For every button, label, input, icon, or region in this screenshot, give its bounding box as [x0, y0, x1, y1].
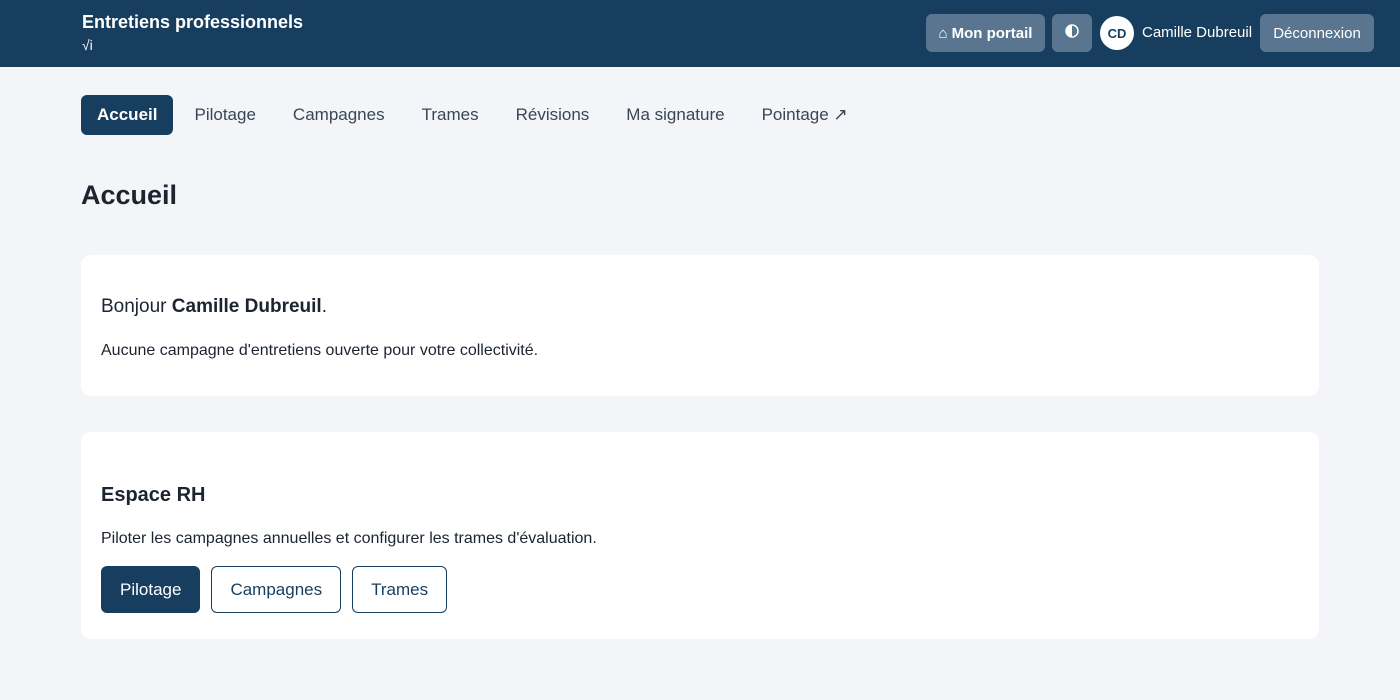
my-portal-button[interactable]: ⌂ Mon portail [926, 14, 1045, 52]
my-portal-label: Mon portail [951, 24, 1033, 42]
top-bar: Entretiens professionnels √i ⌂ Mon porta… [0, 0, 1400, 67]
no-campaign-message: Aucune campagne d'entretiens ouverte pou… [101, 342, 539, 359]
hr-space-description: Piloter les campagnes annuelles et confi… [101, 530, 597, 547]
nav-tab-accueil[interactable]: Accueil [81, 95, 174, 135]
hr-space-actions: Pilotage Campagnes Trames [101, 566, 448, 613]
main-nav: Accueil Pilotage Campagnes Trames Révisi… [81, 95, 869, 135]
app-subtitle: √i [82, 37, 93, 53]
logout-button[interactable]: Déconnexion [1260, 14, 1374, 52]
nav-tab-ma-signature[interactable]: Ma signature [610, 95, 740, 135]
welcome-card: Bonjour Camille Dubreuil. Aucune campagn… [81, 255, 1319, 396]
nav-tab-campagnes[interactable]: Campagnes [277, 95, 401, 135]
greeting-user-name: Camille Dubreuil [171, 296, 322, 317]
app-title: Entretiens professionnels [82, 12, 304, 32]
avatar[interactable]: CD [1100, 16, 1134, 50]
greeting-suffix: . [321, 296, 327, 317]
hr-space-title: Espace RH [101, 484, 206, 506]
nav-tab-pointage[interactable]: Pointage ↗ [746, 95, 864, 135]
page-title: Accueil [81, 180, 178, 210]
nav-tab-revisions[interactable]: Révisions [500, 95, 606, 135]
greeting-text: Bonjour Camille Dubreuil. [101, 296, 327, 318]
home-icon: ⌂ [938, 24, 948, 42]
greeting-prefix: Bonjour [101, 296, 172, 317]
pilotage-button[interactable]: Pilotage [101, 566, 201, 613]
user-name: Camille Dubreuil [1142, 24, 1253, 41]
nav-tab-trames[interactable]: Trames [406, 95, 495, 135]
contrast-icon [1065, 23, 1079, 43]
theme-toggle-button[interactable] [1052, 14, 1092, 52]
hr-space-card: Espace RH Piloter les campagnes annuelle… [81, 432, 1319, 639]
nav-tab-pilotage[interactable]: Pilotage [178, 95, 271, 135]
campagnes-button[interactable]: Campagnes [211, 566, 342, 613]
trames-button[interactable]: Trames [352, 566, 448, 613]
